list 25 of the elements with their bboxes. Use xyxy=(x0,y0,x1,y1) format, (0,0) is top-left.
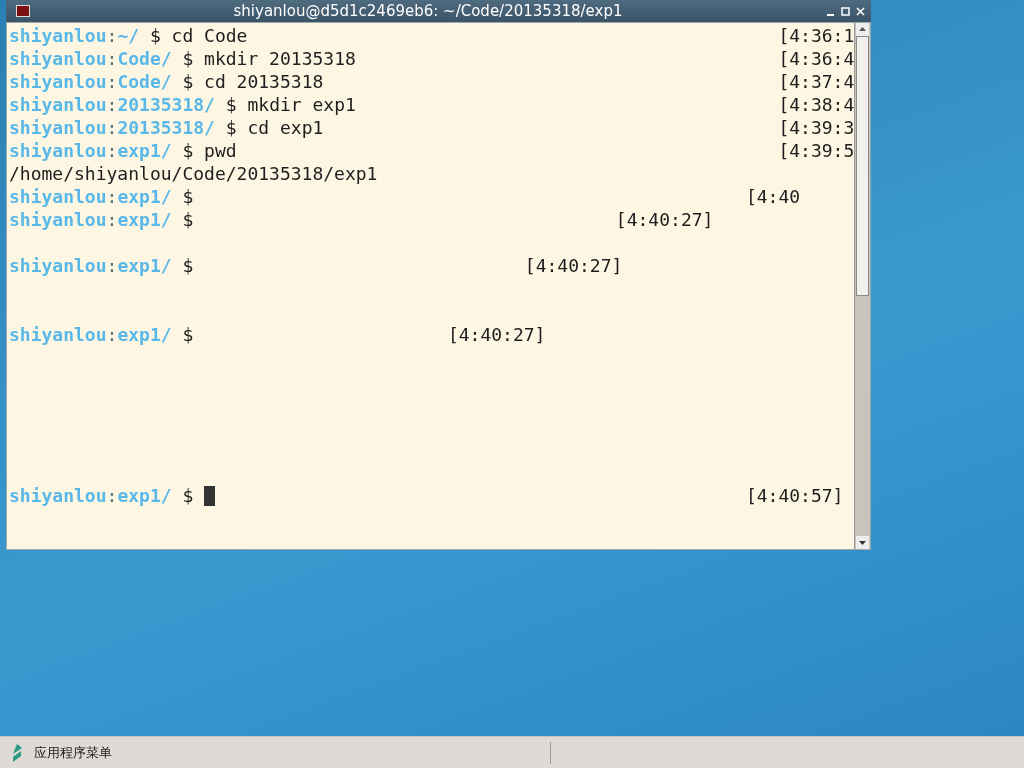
timestamp: [4:36:1 xyxy=(778,24,854,47)
timestamp: [4:39:3 xyxy=(778,116,854,139)
prompt-text: shiyanlou:exp1/ $ xyxy=(9,185,194,208)
prompt-text: shiyanlou:exp1/ $ xyxy=(9,208,194,231)
timestamp: [4:40 xyxy=(745,185,801,208)
prompt-text: shiyanlou:exp1/ $ xyxy=(9,254,194,277)
prompt-text: shiyanlou:exp1/ $ xyxy=(9,323,194,346)
window-title: shiyanlou@d5d1c2469eb6: ~/Code/20135318/exp1 xyxy=(232,2,624,20)
prompt-text: shiyanlou:exp1/ $ pwd xyxy=(9,139,237,162)
timestamp: [4:40:27] xyxy=(447,323,546,346)
timestamp: [4:38:4 xyxy=(778,93,854,116)
prompt-text: shiyanlou:Code/ $ cd 20135318 xyxy=(9,70,324,93)
prompt-text: shiyanlou:exp1/ $ xyxy=(9,484,194,507)
prompt-text: shiyanlou:Code/ $ mkdir 20135318 xyxy=(9,47,356,70)
timestamp: [4:40:27] xyxy=(524,254,623,277)
output-text: /home/shiyanlou/Code/20135318/exp1 xyxy=(9,162,378,185)
timestamp: [4:40:27] xyxy=(615,208,714,231)
prompt-text: shiyanlou:~/ $ cd Code xyxy=(9,24,248,47)
timestamp: [4:37:4 xyxy=(778,70,854,93)
timestamp: [4:40:57] xyxy=(745,484,844,507)
prompt-text: shiyanlou:20135318/ $ mkdir exp1 xyxy=(9,93,356,116)
timestamp: [4:36:4 xyxy=(778,47,854,70)
applications-menu[interactable]: 应用程序菜单 xyxy=(34,743,112,762)
timestamp: [4:39:5 xyxy=(778,139,854,162)
prompt-text: shiyanlou:20135318/ $ cd exp1 xyxy=(9,116,324,139)
